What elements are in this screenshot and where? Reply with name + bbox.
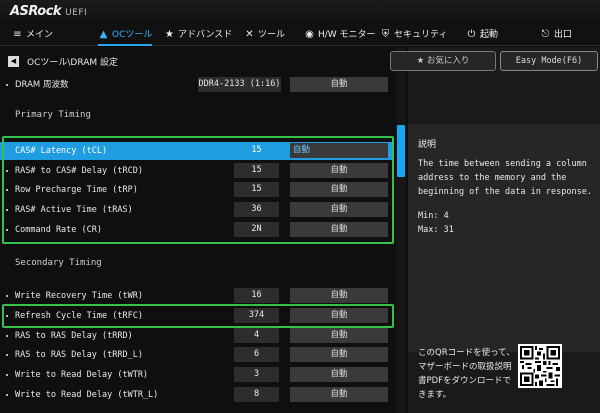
tab-oc-tools[interactable]: ▲ OCツール — [98, 24, 153, 46]
timing-mode[interactable]: 自動 — [290, 347, 388, 362]
asrock-logo: ASRock UEFI — [10, 4, 88, 19]
top-bar: ASRock UEFI — [0, 0, 600, 24]
timing-mode[interactable]: 自動 — [290, 328, 388, 343]
menu-icon: ≡ — [13, 29, 22, 40]
section-secondary-timing: Secondary Timing — [15, 258, 102, 268]
tab-boot[interactable]: ⏻ 起動 — [466, 24, 498, 46]
timing-value[interactable]: 3 — [234, 367, 279, 382]
timing-value[interactable]: 6 — [234, 347, 279, 362]
easy-mode-button[interactable]: Easy Mode(F6) — [500, 51, 598, 71]
monitor-icon: ◉ — [305, 29, 314, 40]
timing-value[interactable]: 8 — [234, 387, 279, 402]
timing-row-trrd[interactable]: RAS to RAS Delay (tRRD) 4 自動 — [0, 327, 392, 345]
timing-label: RAS to RAS Delay (tRRD) — [15, 331, 133, 341]
trfc-highlight-box — [2, 304, 394, 328]
power-icon: ⏻ — [467, 29, 476, 40]
tab-main[interactable]: ≡ メイン — [12, 24, 53, 46]
qr-help-text: このQRコードを使って、マザーボードの取扱説明書PDFをダウンロードできます。 — [418, 348, 515, 400]
primary-timing-highlight-box — [2, 136, 394, 244]
timing-value[interactable]: 4 — [234, 328, 279, 343]
tab-security[interactable]: ⛨ セキュリティ — [380, 24, 448, 46]
flame-icon: ▲ — [99, 29, 108, 40]
bullet-dot — [6, 295, 8, 297]
tab-tools[interactable]: ✕ ツール — [244, 24, 285, 46]
breadcrumb-path: OCツール\DRAM 設定 — [27, 58, 119, 68]
timing-row-twtr-l[interactable]: Write to Read Delay (tWTR_L) 8 自動 — [0, 386, 392, 404]
bullet-dot — [6, 374, 8, 376]
bullet-dot — [6, 394, 8, 396]
timing-value[interactable]: 16 — [234, 288, 279, 303]
dram-frequency-label: DRAM 周波数 — [15, 80, 69, 90]
dram-frequency-value[interactable]: DDR4-2133 (1:16) — [198, 77, 281, 92]
timing-label: RAS to RAS Delay (tRRD_L) — [15, 350, 143, 360]
bullet-dot — [6, 84, 8, 86]
star-icon: ★ — [416, 56, 427, 66]
timing-row-twr[interactable]: Write Recovery Time (tWR) 16 自動 — [0, 287, 392, 305]
scrollbar-thumb[interactable] — [397, 125, 405, 177]
favorites-button[interactable]: ★ お気に入り — [390, 51, 496, 71]
timing-label: Write Recovery Time (tWR) — [15, 291, 143, 301]
timing-row-twtr[interactable]: Write to Read Delay (tWTR) 3 自動 — [0, 366, 392, 384]
qr-code-icon — [518, 344, 562, 388]
timing-label: Write to Read Delay (tWTR_L) — [15, 390, 159, 400]
breadcrumb: ◀ OCツール\DRAM 設定 — [8, 54, 118, 69]
bullet-dot — [6, 354, 8, 356]
tab-exit[interactable]: ⎋ 出口 — [540, 24, 572, 46]
bullet-dot — [6, 335, 8, 337]
timing-label: Write to Read Delay (tWTR) — [15, 370, 149, 380]
max-value: Max: 31 — [418, 225, 454, 235]
timing-mode[interactable]: 自動 — [290, 288, 388, 303]
timing-mode[interactable]: 自動 — [290, 367, 388, 382]
main-nav: ≡ メイン ▲ OCツール ★ アドバンスド ✕ ツール ◉ H/W モニター ⛨ セキュリ… — [0, 24, 600, 46]
back-arrow-icon[interactable]: ◀ — [8, 56, 19, 67]
description-text: The time between sending a column addres… — [418, 159, 592, 197]
min-value: Min: 4 — [418, 211, 449, 221]
timing-row-trrd-l[interactable]: RAS to RAS Delay (tRRD_L) 6 自動 — [0, 346, 392, 364]
timing-mode[interactable]: 自動 — [290, 387, 388, 402]
tab-advanced[interactable]: ★ アドバンスド — [164, 24, 232, 46]
section-primary-timing: Primary Timing — [15, 110, 91, 120]
description-title: 説明 — [418, 140, 437, 150]
scrollbar-track[interactable] — [396, 47, 406, 413]
shield-icon: ⛨ — [381, 29, 390, 40]
dram-frequency-mode[interactable]: 自動 — [290, 77, 388, 92]
tab-hw-monitor[interactable]: ◉ H/W モニター — [304, 24, 375, 46]
star-icon: ★ — [165, 29, 174, 40]
tools-icon: ✕ — [245, 29, 254, 40]
exit-icon: ⎋ — [541, 29, 550, 40]
